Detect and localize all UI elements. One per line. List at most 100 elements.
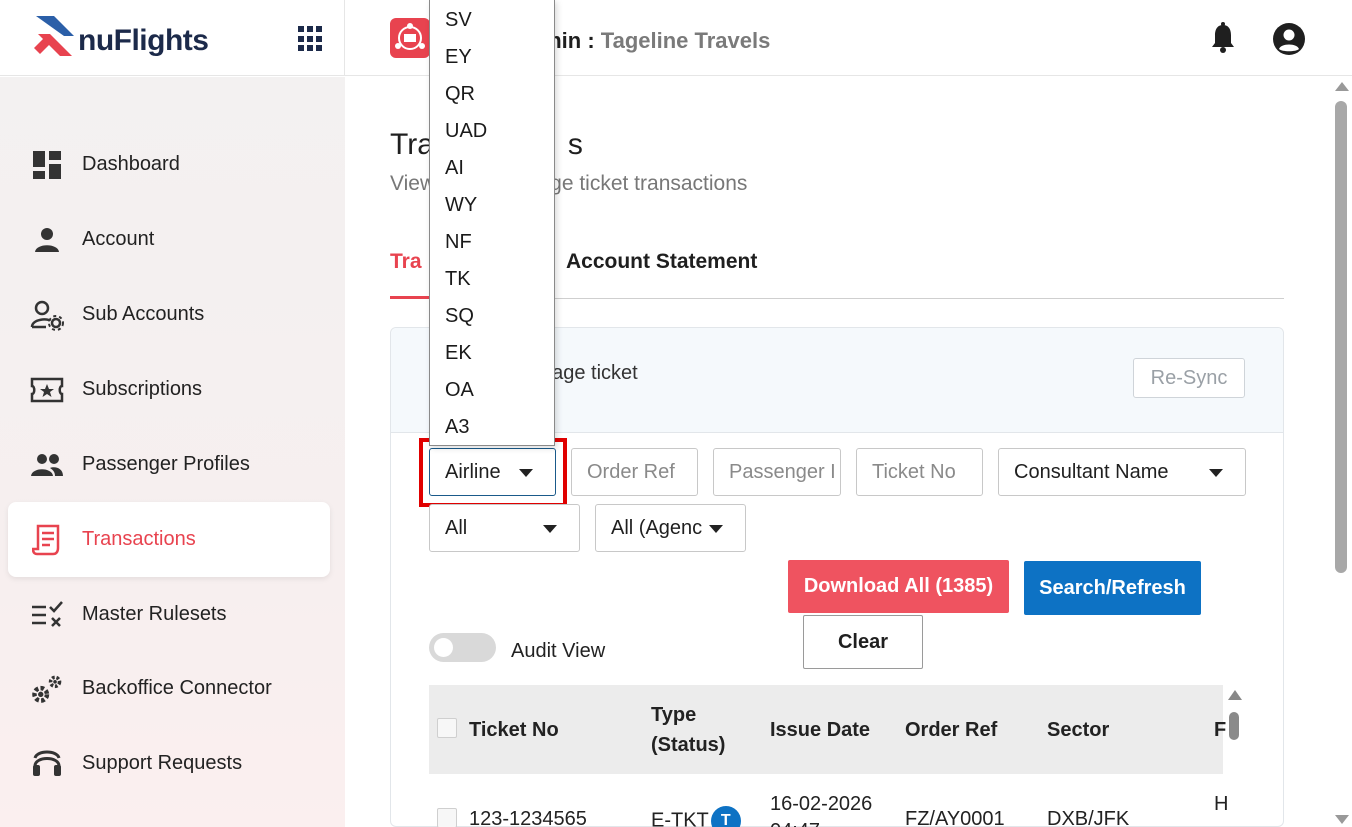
column-header-issue-date[interactable]: Issue Date bbox=[770, 715, 870, 745]
scroll-up-icon[interactable] bbox=[1228, 690, 1242, 700]
user-settings-icon bbox=[30, 298, 64, 332]
dashboard-icon bbox=[30, 148, 64, 182]
passenger-input[interactable]: Passenger I bbox=[713, 448, 841, 496]
gears-icon bbox=[30, 672, 64, 706]
tab-transactions[interactable]: Tra bbox=[390, 250, 422, 274]
dropdown-option[interactable]: EY bbox=[445, 39, 472, 76]
status-badge: T bbox=[710, 806, 741, 827]
sidebar-item-passenger-profiles[interactable]: Passenger Profiles bbox=[8, 427, 330, 502]
top-bar: nuFlights lmin : Tageline Travels bbox=[0, 0, 1352, 76]
sidebar-item-label: Passenger Profiles bbox=[82, 453, 250, 475]
organization-icon bbox=[390, 18, 430, 58]
sidebar-item-backoffice-connector[interactable]: Backoffice Connector bbox=[8, 651, 330, 726]
sidebar: Dashboard Account Sub Accounts Subscript… bbox=[0, 77, 345, 827]
row-issue-date: 16-02-2026 04:47 bbox=[770, 793, 873, 827]
logo-area: nuFlights bbox=[0, 0, 345, 76]
download-all-button[interactable]: Download All (1385) bbox=[788, 560, 1009, 613]
sidebar-item-account[interactable]: Account bbox=[8, 202, 330, 277]
sidebar-item-label: Account bbox=[82, 228, 155, 250]
sidebar-item-label: Transactions bbox=[82, 528, 196, 550]
tab-account-statement[interactable]: Account Statement bbox=[566, 250, 757, 274]
dropdown-option[interactable]: QR bbox=[445, 76, 475, 113]
row-sector: DXB/JFK bbox=[1047, 808, 1130, 827]
column-header-sector[interactable]: Sector bbox=[1047, 715, 1109, 745]
receipt-icon bbox=[30, 523, 64, 557]
dropdown-option[interactable]: EK bbox=[445, 335, 472, 372]
chevron-down-icon bbox=[543, 525, 557, 533]
scroll-up-icon[interactable] bbox=[1335, 82, 1349, 91]
column-header-type[interactable]: Type (Status) bbox=[651, 700, 725, 760]
type-select-value: All bbox=[445, 516, 468, 539]
user-account-icon[interactable] bbox=[1272, 22, 1306, 56]
ticket-star-icon bbox=[30, 373, 64, 407]
row-order-ref: FZ/AY0001 bbox=[905, 808, 1005, 827]
ticket-no-input[interactable]: Ticket No bbox=[856, 448, 983, 496]
highlight-box bbox=[419, 438, 567, 507]
audit-view-toggle[interactable] bbox=[429, 633, 496, 662]
table-scrollbar[interactable] bbox=[1226, 690, 1242, 827]
column-header-next[interactable]: F bbox=[1214, 715, 1226, 745]
dropdown-option[interactable]: WY bbox=[445, 187, 477, 224]
column-header-order-ref[interactable]: Order Ref bbox=[905, 715, 997, 745]
sidebar-item-label: Sub Accounts bbox=[82, 303, 205, 325]
active-tab-indicator bbox=[390, 296, 430, 299]
dropdown-option[interactable]: UAD bbox=[445, 113, 487, 150]
sidebar-item-sub-accounts[interactable]: Sub Accounts bbox=[8, 277, 330, 352]
dropdown-option[interactable]: SQ bbox=[445, 298, 474, 335]
scroll-thumb[interactable] bbox=[1229, 712, 1239, 740]
type-select[interactable]: All bbox=[429, 504, 580, 552]
sidebar-item-label: Subscriptions bbox=[82, 378, 203, 400]
headset-icon bbox=[30, 747, 64, 781]
sidebar-item-master-rulesets[interactable]: Master Rulesets bbox=[8, 577, 330, 652]
clear-button[interactable]: Clear bbox=[803, 615, 923, 669]
dropdown-option[interactable]: NF bbox=[445, 224, 472, 261]
agency-select-value: All (Agenc bbox=[611, 516, 703, 539]
ticket-no-placeholder: Ticket No bbox=[872, 460, 956, 483]
organization-title: lmin : Tageline Travels bbox=[536, 28, 770, 54]
consultant-select-value: Consultant Name bbox=[1014, 460, 1169, 483]
scroll-down-icon[interactable] bbox=[1335, 815, 1349, 824]
dropdown-option[interactable]: AI bbox=[445, 150, 464, 187]
apps-grid-icon[interactable] bbox=[298, 26, 324, 52]
person-icon bbox=[30, 223, 64, 257]
row-checkbox[interactable] bbox=[437, 808, 457, 827]
consultant-select[interactable]: Consultant Name bbox=[998, 448, 1246, 496]
page-scrollbar[interactable] bbox=[1332, 77, 1352, 827]
search-refresh-button[interactable]: Search/Refresh bbox=[1024, 561, 1201, 615]
card-header-text: nage ticket bbox=[541, 362, 638, 384]
passenger-placeholder: Passenger I bbox=[729, 460, 836, 483]
dropdown-option[interactable]: SV bbox=[445, 2, 472, 39]
people-icon bbox=[30, 448, 64, 482]
sidebar-item-label: Dashboard bbox=[82, 153, 180, 175]
sidebar-item-support-requests[interactable]: Support Requests bbox=[8, 726, 330, 801]
agency-select[interactable]: All (Agenc bbox=[595, 504, 746, 552]
airline-dropdown-list: SV EY QR UAD AI WY NF TK SQ EK OA A3 bbox=[429, 0, 555, 446]
sidebar-item-label: Master Rulesets bbox=[82, 603, 227, 625]
sidebar-item-subscriptions[interactable]: Subscriptions bbox=[8, 352, 330, 427]
row-ticket-no[interactable]: 123-1234565 bbox=[469, 806, 587, 827]
column-header-ticket-no[interactable]: Ticket No bbox=[469, 715, 559, 745]
chevron-down-icon bbox=[1209, 469, 1223, 477]
scroll-thumb[interactable] bbox=[1335, 101, 1347, 573]
audit-view-label: Audit View bbox=[511, 640, 606, 662]
resync-button[interactable]: Re-Sync bbox=[1133, 358, 1245, 398]
sidebar-item-label: Support Requests bbox=[82, 752, 243, 774]
rules-checklist-icon bbox=[30, 598, 64, 632]
chevron-down-icon bbox=[709, 525, 723, 533]
sidebar-item-label: Backoffice Connector bbox=[82, 677, 272, 699]
sidebar-item-dashboard[interactable]: Dashboard bbox=[8, 127, 330, 202]
logo-text: nuFlights bbox=[78, 24, 209, 57]
select-all-checkbox[interactable] bbox=[437, 718, 457, 738]
dropdown-option[interactable]: OA bbox=[445, 372, 474, 409]
dropdown-option[interactable]: A3 bbox=[445, 409, 469, 446]
order-ref-input[interactable]: Order Ref bbox=[571, 448, 698, 496]
notification-bell-icon[interactable] bbox=[1208, 22, 1238, 54]
sidebar-item-transactions[interactable]: Transactions bbox=[8, 502, 330, 577]
dropdown-option[interactable]: TK bbox=[445, 261, 471, 298]
table-header: Ticket No Type (Status) Issue Date Order… bbox=[429, 685, 1226, 774]
toggle-knob bbox=[434, 638, 453, 657]
org-name: Tageline Travels bbox=[600, 28, 771, 53]
row-type: E-TKT T bbox=[651, 806, 741, 827]
order-ref-placeholder: Order Ref bbox=[587, 460, 675, 483]
nuflights-logo-icon bbox=[34, 16, 74, 56]
